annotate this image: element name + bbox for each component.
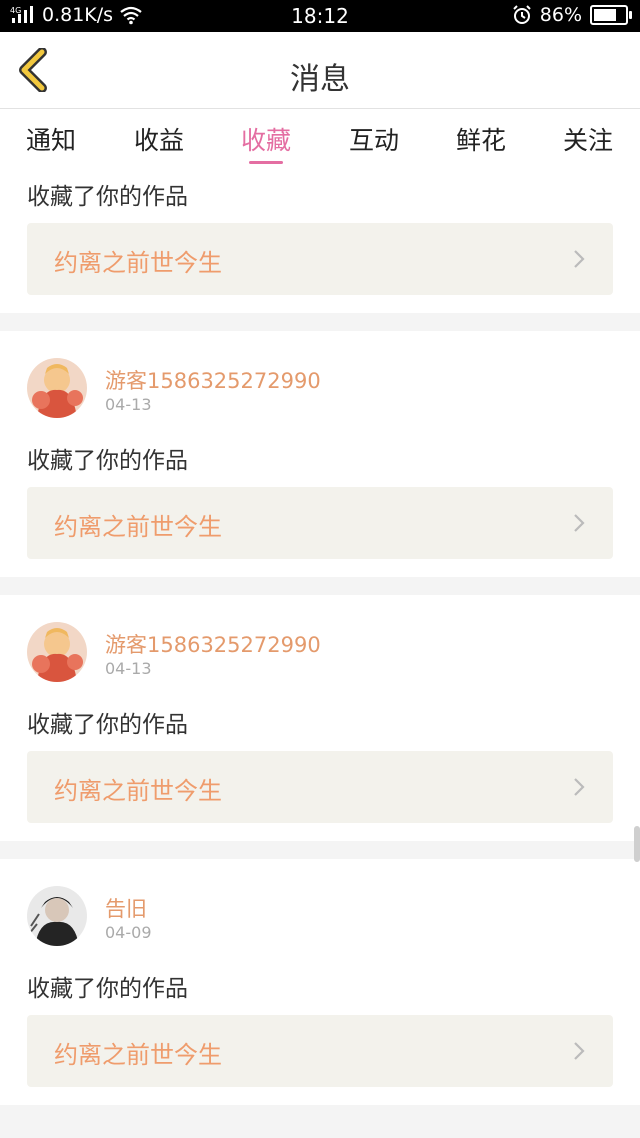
tab-favorites[interactable]: 收藏 xyxy=(226,121,306,157)
username[interactable]: 游客1586325272990 xyxy=(105,365,321,395)
chevron-right-icon xyxy=(574,1042,585,1060)
alarm-icon xyxy=(513,5,531,24)
tab-follow[interactable]: 关注 xyxy=(548,121,628,157)
avatar[interactable] xyxy=(27,622,87,682)
list-item: 游客1586325272990 04-13 收藏了你的作品 约离之前世今生 xyxy=(0,595,640,841)
username[interactable]: 游客1586325272990 xyxy=(105,629,321,659)
tab-earnings[interactable]: 收益 xyxy=(119,121,199,157)
list-item: 告旧 04-09 收藏了你的作品 约离之前世今生 xyxy=(0,859,640,1105)
work-title: 约离之前世今生 xyxy=(54,249,222,277)
date: 04-13 xyxy=(105,395,152,414)
active-tab-indicator xyxy=(249,161,283,164)
action-text: 收藏了你的作品 xyxy=(27,448,188,474)
scrollbar[interactable] xyxy=(634,826,640,862)
chevron-right-icon xyxy=(574,250,585,268)
tab-bar: 通知 收益 收藏 互动 鲜花 关注 xyxy=(0,109,640,169)
list-item: 收藏了你的作品 约离之前世今生 xyxy=(0,169,640,313)
chevron-right-icon xyxy=(574,778,585,796)
header: 消息 xyxy=(0,32,640,109)
battery-percent: 86% xyxy=(539,4,582,26)
action-text: 收藏了你的作品 xyxy=(27,976,188,1002)
avatar-image xyxy=(27,622,87,682)
status-bar: 4G 0.81K/s 18:12 86% xyxy=(0,0,640,32)
list-item: 游客1586325272990 04-13 收藏了你的作品 约离之前世今生 xyxy=(0,331,640,577)
date: 04-09 xyxy=(105,923,152,942)
avatar[interactable] xyxy=(27,886,87,946)
date: 04-13 xyxy=(105,659,152,678)
work-title: 约离之前世今生 xyxy=(54,1041,222,1069)
tab-flowers[interactable]: 鲜花 xyxy=(441,121,521,157)
chevron-right-icon xyxy=(574,514,585,532)
work-link[interactable]: 约离之前世今生 xyxy=(27,751,613,823)
battery-icon xyxy=(590,5,632,25)
avatar[interactable] xyxy=(27,358,87,418)
work-link[interactable]: 约离之前世今生 xyxy=(27,223,613,295)
work-title: 约离之前世今生 xyxy=(54,777,222,805)
avatar-image xyxy=(27,358,87,418)
tab-interactions[interactable]: 互动 xyxy=(334,121,414,157)
action-text: 收藏了你的作品 xyxy=(27,184,188,210)
work-title: 约离之前世今生 xyxy=(54,513,222,541)
tab-notify[interactable]: 通知 xyxy=(11,121,91,157)
work-link[interactable]: 约离之前世今生 xyxy=(27,1015,613,1087)
page-title: 消息 xyxy=(290,62,350,97)
work-link[interactable]: 约离之前世今生 xyxy=(27,487,613,559)
avatar-image xyxy=(27,886,87,946)
username[interactable]: 告旧 xyxy=(105,893,147,923)
action-text: 收藏了你的作品 xyxy=(27,712,188,738)
